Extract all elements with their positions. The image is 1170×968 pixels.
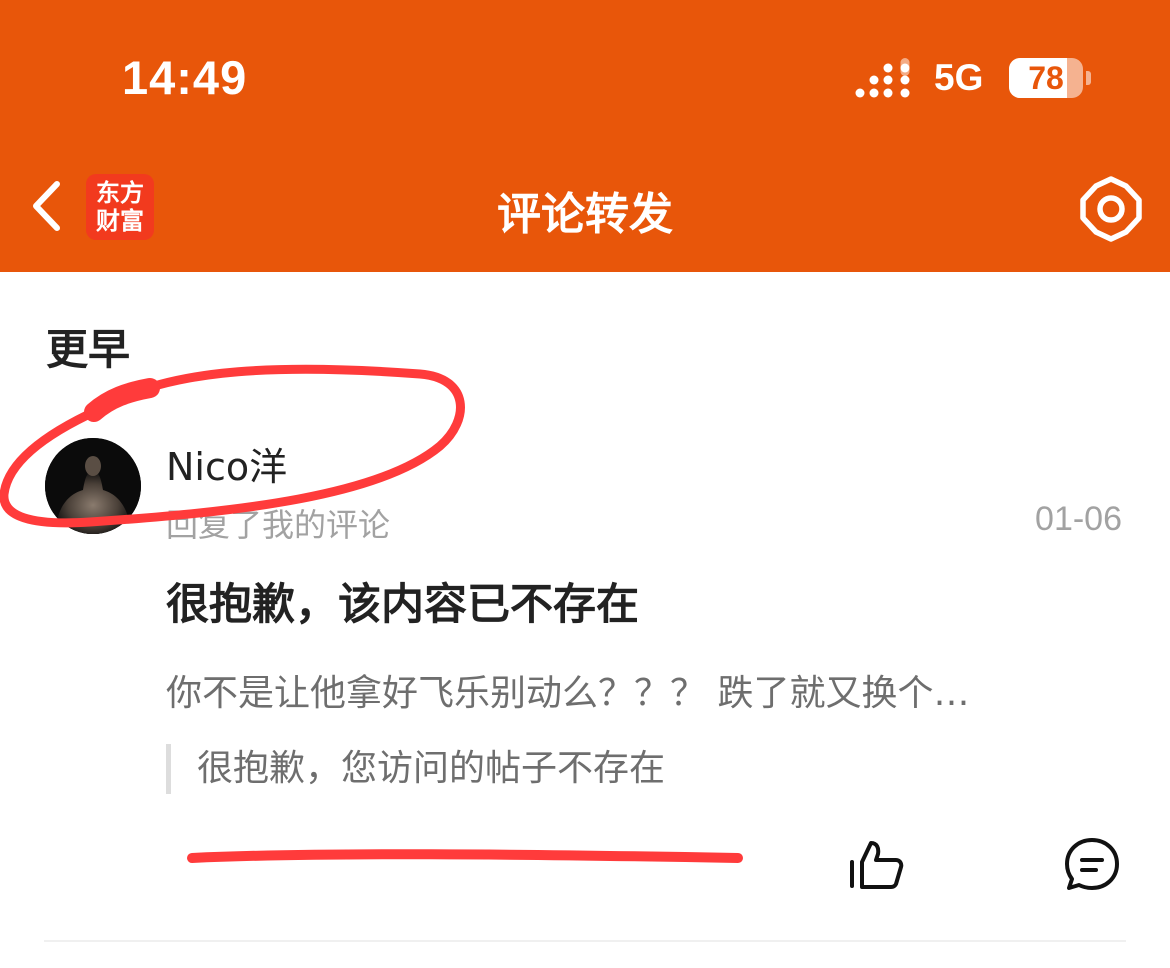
battery-nub xyxy=(1086,71,1091,85)
thumbs-up-icon[interactable] xyxy=(846,836,906,896)
red-underline-annotation xyxy=(187,849,743,863)
divider xyxy=(44,940,1126,942)
top-bar: 14:49 5G 78 东方 财富 评论转发 xyxy=(0,0,1170,272)
status-time: 14:49 xyxy=(122,51,248,104)
battery-level: 78 xyxy=(1028,60,1064,96)
gear-icon[interactable] xyxy=(1078,176,1144,242)
page-title: 评论转发 xyxy=(497,189,673,240)
avatar[interactable] xyxy=(45,438,141,534)
avatar-image xyxy=(45,438,141,534)
quoted-post[interactable]: 很抱歉，您访问的帖子不存在 xyxy=(166,744,665,794)
deleted-content-title[interactable]: 很抱歉，该内容已不存在 xyxy=(166,570,639,632)
red-circle-stroke-start xyxy=(84,378,160,422)
notification-date: 01-06 xyxy=(1035,500,1122,538)
username[interactable]: Nico洋 xyxy=(166,436,287,491)
section-title: 更早 xyxy=(46,325,131,374)
signal-strength-icon xyxy=(855,58,910,98)
comment-text[interactable]: 你不是让他拿好飞乐别动么？？？ 跌了就又换个… xyxy=(166,664,1096,716)
notification-action: 回复了我的评论 xyxy=(166,506,391,544)
network-type: 5G xyxy=(934,57,984,98)
comment-bubble-icon[interactable] xyxy=(1062,834,1122,894)
battery-indicator: 78 xyxy=(1009,58,1083,98)
